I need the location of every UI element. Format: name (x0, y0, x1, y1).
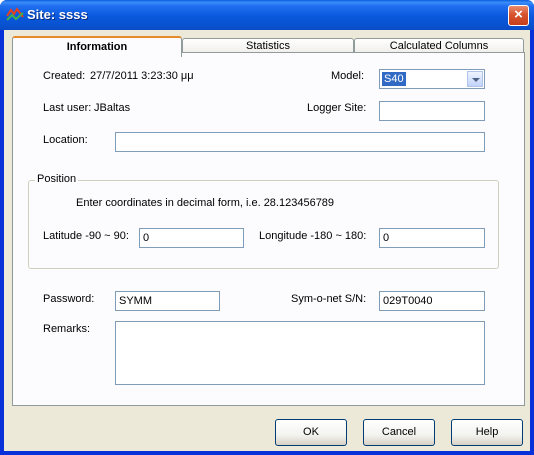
tab-information[interactable]: Information (12, 36, 182, 57)
serial-label: Sym-o-net S/N: (291, 293, 367, 305)
close-button[interactable]: × (508, 5, 529, 26)
cancel-button[interactable]: Cancel (363, 419, 435, 446)
dialog-body: Information Statistics Calculated Column… (4, 30, 530, 451)
longitude-input[interactable]: 0 (379, 228, 485, 248)
ok-button[interactable]: OK (275, 419, 347, 446)
help-button[interactable]: Help (451, 419, 523, 446)
close-icon: × (514, 6, 523, 23)
chevron-down-icon[interactable] (467, 71, 483, 87)
longitude-label: Longitude -180 ~ 180: (259, 230, 367, 242)
created-value: 27/7/2011 3:23:30 μμ (90, 70, 194, 82)
location-label: Location: (43, 134, 88, 146)
remarks-textarea[interactable] (115, 321, 485, 385)
serial-input[interactable]: 029T0040 (379, 291, 485, 311)
dialog-window: Site: ssss × Information Statistics Calc… (0, 0, 534, 455)
tab-label: Calculated Columns (389, 40, 489, 52)
tab-label: Statistics (245, 40, 290, 52)
information-panel: Created: 27/7/2011 3:23:30 μμ Model: S40… (12, 52, 525, 406)
app-icon (6, 7, 24, 21)
last-user-label: Last user: (43, 102, 92, 114)
logger-site-input[interactable] (379, 101, 485, 121)
latitude-input[interactable]: 0 (139, 228, 244, 248)
position-group (28, 180, 499, 269)
cancel-button-label: Cancel (381, 426, 417, 438)
last-user-value: JBaltas (94, 102, 131, 114)
position-group-title: Position (35, 173, 79, 185)
title-bar[interactable]: Site: ssss × (0, 0, 534, 30)
password-input[interactable]: SYMM (115, 291, 220, 311)
model-label: Model: (331, 70, 365, 82)
latitude-label: Latitude -90 ~ 90: (43, 230, 129, 242)
ok-button-label: OK (303, 426, 319, 438)
coordinates-hint: Enter coordinates in decimal form, i.e. … (76, 197, 335, 209)
tab-label: Information (66, 41, 128, 53)
model-selected-value: S40 (382, 72, 406, 86)
location-input[interactable] (115, 132, 485, 152)
logger-site-label: Logger Site: (307, 102, 367, 114)
model-select[interactable]: S40 (379, 69, 485, 89)
window-title: Site: ssss (27, 7, 88, 22)
remarks-label: Remarks: (43, 323, 91, 335)
password-label: Password: (43, 293, 95, 305)
help-button-label: Help (475, 426, 499, 438)
created-label: Created: (43, 70, 86, 82)
